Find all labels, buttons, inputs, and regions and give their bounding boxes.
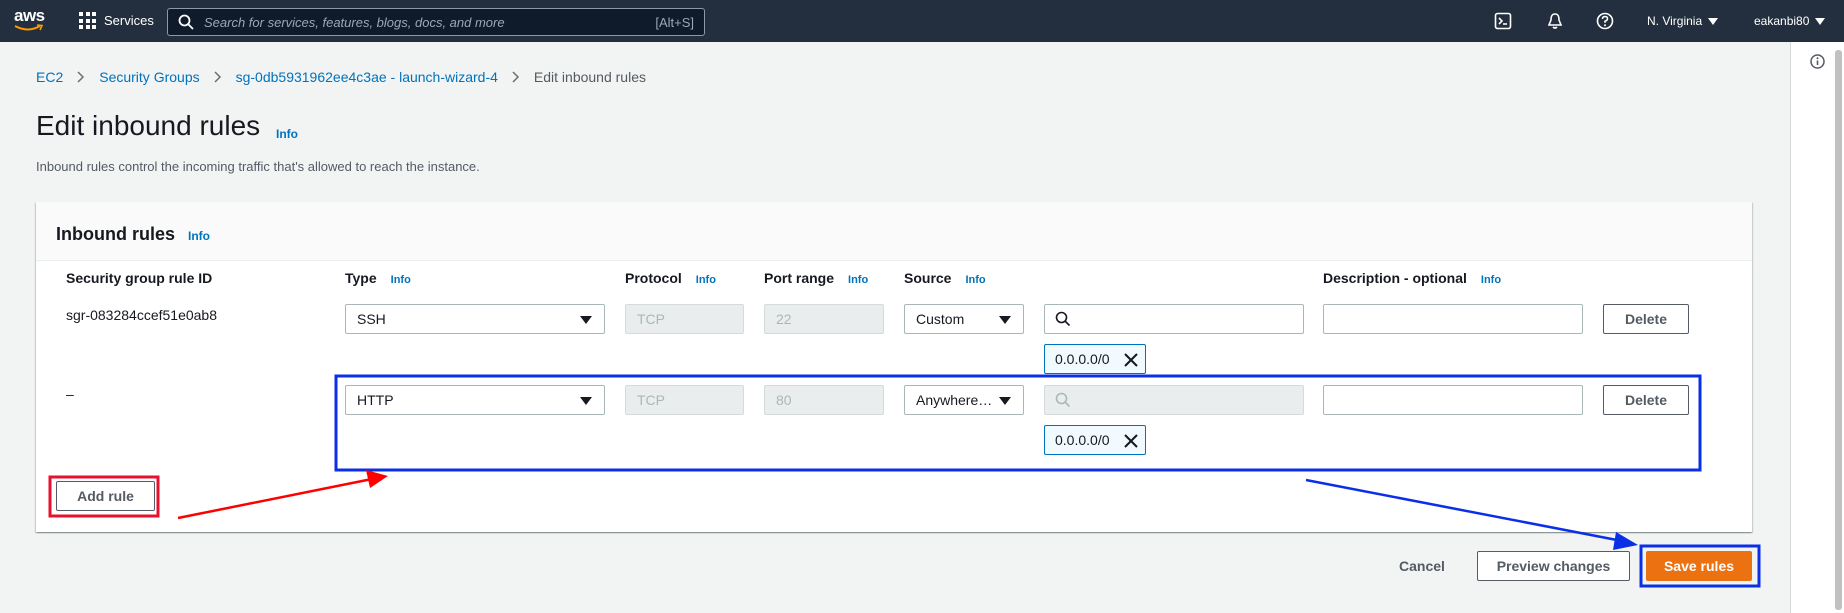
aws-logo-text: aws: [14, 6, 45, 25]
source-select[interactable]: Custom: [904, 304, 1024, 334]
blue-arrow-head: [1613, 532, 1638, 550]
caret-down-icon: [999, 397, 1011, 405]
column-header-source: Source Info: [904, 270, 986, 286]
rule-id: –: [66, 386, 74, 402]
account-name: eakanbi80: [1754, 14, 1810, 28]
preview-changes-button[interactable]: Preview changes: [1477, 551, 1630, 581]
protocol-value: TCP: [637, 392, 665, 408]
global-search-input[interactable]: Search for services, features, blogs, do…: [167, 8, 705, 36]
services-label: Services: [104, 13, 154, 28]
column-label: Description - optional: [1323, 270, 1467, 286]
search-icon: [178, 14, 194, 30]
port-range-info-link[interactable]: Info: [848, 274, 868, 286]
region-label: N. Virginia: [1647, 14, 1703, 28]
chevron-right-icon: [512, 71, 519, 83]
column-label: Security group rule ID: [66, 270, 213, 286]
type-select[interactable]: HTTP: [345, 385, 605, 415]
column-label: Source: [904, 270, 952, 286]
breadcrumb-security-groups[interactable]: Security Groups: [99, 69, 199, 85]
protocol-info-link[interactable]: Info: [696, 274, 716, 286]
notifications-bell-icon[interactable]: [1546, 12, 1564, 30]
info-panel-icon[interactable]: [1810, 54, 1825, 69]
column-label: Port range: [764, 270, 835, 286]
description-input[interactable]: [1323, 304, 1583, 334]
source-select[interactable]: Anywhere…: [904, 385, 1024, 415]
chevron-right-icon: [214, 71, 221, 83]
close-icon[interactable]: [1124, 353, 1138, 367]
column-header-rule-id: Security group rule ID: [66, 270, 212, 286]
source-value: Anywhere…: [916, 392, 993, 408]
source-cidr-search: [1044, 385, 1304, 415]
delete-rule-button[interactable]: Delete: [1603, 304, 1689, 334]
type-value: HTTP: [357, 392, 394, 408]
column-header-description: Description - optional Info: [1323, 270, 1501, 286]
port-range-field: 22: [764, 304, 884, 334]
cidr-token-label: 0.0.0.0/0: [1055, 432, 1110, 448]
account-menu[interactable]: eakanbi80: [1754, 14, 1826, 28]
panel-header: Inbound rules Info: [36, 202, 1752, 261]
type-info-link[interactable]: Info: [391, 274, 411, 286]
help-icon[interactable]: [1596, 12, 1614, 30]
aws-smile-icon: [14, 24, 44, 31]
search-icon: [1055, 392, 1071, 408]
protocol-field: TCP: [625, 385, 744, 415]
type-select[interactable]: SSH: [345, 304, 605, 334]
close-icon[interactable]: [1124, 434, 1138, 448]
aws-logo[interactable]: aws: [14, 6, 46, 34]
top-navigation: aws Services Search for services, featur…: [0, 0, 1844, 42]
port-range-value: 80: [776, 392, 792, 408]
source-value: Custom: [916, 311, 965, 327]
delete-rule-button[interactable]: Delete: [1603, 385, 1689, 415]
column-header-protocol: Protocol Info: [625, 270, 716, 286]
page-info-link[interactable]: Info: [276, 127, 298, 141]
protocol-field: TCP: [625, 304, 744, 334]
source-cidr-search[interactable]: [1044, 304, 1304, 334]
column-label: Type: [345, 270, 377, 286]
caret-down-icon: [999, 316, 1011, 324]
panel-info-link[interactable]: Info: [188, 229, 210, 243]
caret-down-icon: [1815, 17, 1826, 25]
column-header-port-range: Port range Info: [764, 270, 868, 286]
scrollbar[interactable]: [1835, 50, 1842, 610]
source-info-link[interactable]: Info: [965, 274, 985, 286]
breadcrumb-ec2[interactable]: EC2: [36, 69, 63, 85]
cidr-token-label: 0.0.0.0/0: [1055, 351, 1110, 367]
protocol-value: TCP: [637, 311, 665, 327]
inbound-rules-panel: Inbound rules Info: [36, 202, 1752, 532]
services-grid-icon: [79, 12, 96, 29]
cidr-token: 0.0.0.0/0: [1044, 344, 1146, 374]
cloudshell-icon[interactable]: [1494, 12, 1512, 30]
cidr-token: 0.0.0.0/0: [1044, 425, 1146, 455]
breadcrumb-security-group[interactable]: sg-0db5931962ee4c3ae - launch-wizard-4: [236, 69, 498, 85]
rule-id: sgr-083284ccef51e0ab8: [66, 307, 218, 323]
description-input[interactable]: [1323, 385, 1583, 415]
column-header-type: Type Info: [345, 270, 411, 286]
page-title: Edit inbound rules: [36, 110, 261, 141]
caret-down-icon: [580, 397, 592, 405]
add-rule-button[interactable]: Add rule: [56, 481, 155, 511]
page-description: Inbound rules control the incoming traff…: [36, 159, 480, 174]
region-selector[interactable]: N. Virginia: [1647, 14, 1719, 28]
search-icon: [1055, 311, 1071, 327]
chevron-right-icon: [77, 71, 85, 83]
services-menu[interactable]: Services: [79, 12, 154, 29]
caret-down-icon: [1708, 17, 1719, 25]
save-rules-button[interactable]: Save rules: [1646, 551, 1752, 581]
breadcrumb: EC2 Security Groups sg-0db5931962ee4c3ae…: [36, 69, 646, 85]
panel-title: Inbound rules: [56, 224, 175, 244]
search-placeholder: Search for services, features, blogs, do…: [204, 14, 505, 30]
port-range-value: 22: [776, 311, 792, 327]
caret-down-icon: [580, 316, 592, 324]
right-tools-rail: [1790, 42, 1844, 613]
port-range-field: 80: [764, 385, 884, 415]
type-value: SSH: [357, 311, 386, 327]
cancel-button[interactable]: Cancel: [1399, 558, 1445, 574]
description-info-link[interactable]: Info: [1481, 274, 1501, 286]
breadcrumb-current: Edit inbound rules: [533, 69, 646, 85]
search-shortcut-hint: [Alt+S]: [655, 14, 694, 30]
column-label: Protocol: [625, 270, 682, 286]
